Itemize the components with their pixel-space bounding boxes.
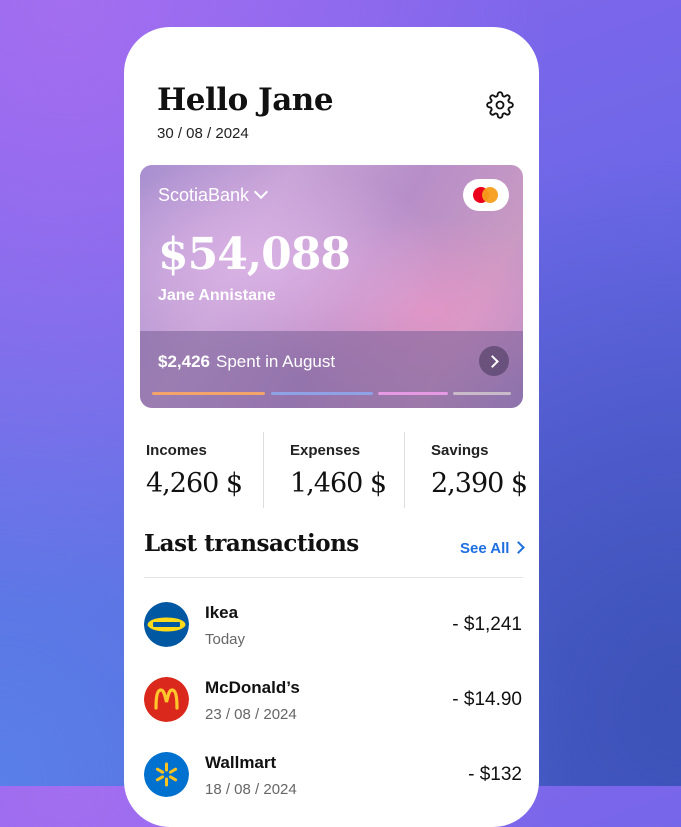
stat-value: 1,460 $ bbox=[290, 468, 387, 499]
card-balance: $54,088 bbox=[158, 229, 351, 280]
mcdonalds-logo bbox=[144, 677, 189, 722]
current-date: 30 / 08 / 2024 bbox=[157, 125, 249, 142]
card-holder-name: Jane Annistane bbox=[158, 287, 276, 304]
spending-bar-2 bbox=[271, 392, 373, 395]
phone-screen: Hello Jane 30 / 08 / 2024 ScotiaBank $54… bbox=[124, 27, 539, 827]
stat-label: Savings bbox=[431, 442, 489, 459]
stats-row: Incomes 4,260 $ Expenses 1,460 $ Savings… bbox=[144, 432, 528, 512]
spent-amount: $2,426 bbox=[158, 352, 210, 371]
spending-bar-1 bbox=[152, 392, 265, 395]
stat-label: Incomes bbox=[146, 442, 207, 459]
stat-value: 2,390 $ bbox=[431, 468, 528, 499]
spent-label: Spent in August bbox=[216, 352, 336, 371]
transaction-date: 23 / 08 / 2024 bbox=[205, 706, 297, 723]
divider bbox=[144, 577, 523, 578]
bank-name: ScotiaBank bbox=[158, 185, 250, 205]
see-all-link[interactable]: See All bbox=[460, 540, 526, 557]
bank-card[interactable]: ScotiaBank $54,088 Jane Annistane $2,426… bbox=[140, 165, 523, 408]
mastercard-icon bbox=[463, 179, 509, 211]
bank-selector[interactable]: ScotiaBank bbox=[158, 184, 269, 206]
transaction-row[interactable]: Ikea Today - $1,241 bbox=[144, 602, 524, 662]
chevron-right-icon[interactable] bbox=[479, 346, 509, 376]
stat-divider bbox=[404, 432, 405, 508]
spending-progress-bars bbox=[152, 392, 511, 395]
see-all-label: See All bbox=[460, 540, 510, 557]
ikea-logo bbox=[144, 602, 189, 647]
stat-value: 4,260 $ bbox=[146, 468, 243, 499]
transaction-name: Ikea bbox=[205, 603, 239, 622]
transaction-amount: - $132 bbox=[468, 764, 522, 785]
transaction-name: Wallmart bbox=[205, 753, 277, 772]
transaction-name: McDonald’s bbox=[205, 678, 300, 697]
transaction-row[interactable]: Wallmart 18 / 08 / 2024 - $132 bbox=[144, 752, 524, 812]
monthly-spending-panel[interactable]: $2,426 Spent in August bbox=[140, 331, 523, 408]
section-title-transactions: Last transactions bbox=[144, 530, 359, 557]
chevron-right-icon bbox=[512, 541, 526, 554]
chevron-down-icon bbox=[253, 184, 269, 200]
greeting-title: Hello Jane bbox=[157, 82, 334, 118]
transaction-amount: - $14.90 bbox=[452, 689, 522, 710]
stat-divider bbox=[263, 432, 264, 508]
transaction-date: 18 / 08 / 2024 bbox=[205, 781, 297, 798]
transaction-date: Today bbox=[205, 631, 246, 648]
walmart-logo bbox=[144, 752, 189, 797]
transaction-row[interactable]: McDonald’s 23 / 08 / 2024 - $14.90 bbox=[144, 677, 524, 737]
stat-label: Expenses bbox=[290, 442, 361, 459]
transaction-amount: - $1,241 bbox=[452, 614, 522, 635]
spent-summary: $2,426 Spent in August bbox=[158, 352, 335, 372]
spending-bar-3 bbox=[378, 392, 448, 395]
gear-icon[interactable] bbox=[486, 91, 514, 119]
spending-bar-4 bbox=[453, 392, 511, 395]
